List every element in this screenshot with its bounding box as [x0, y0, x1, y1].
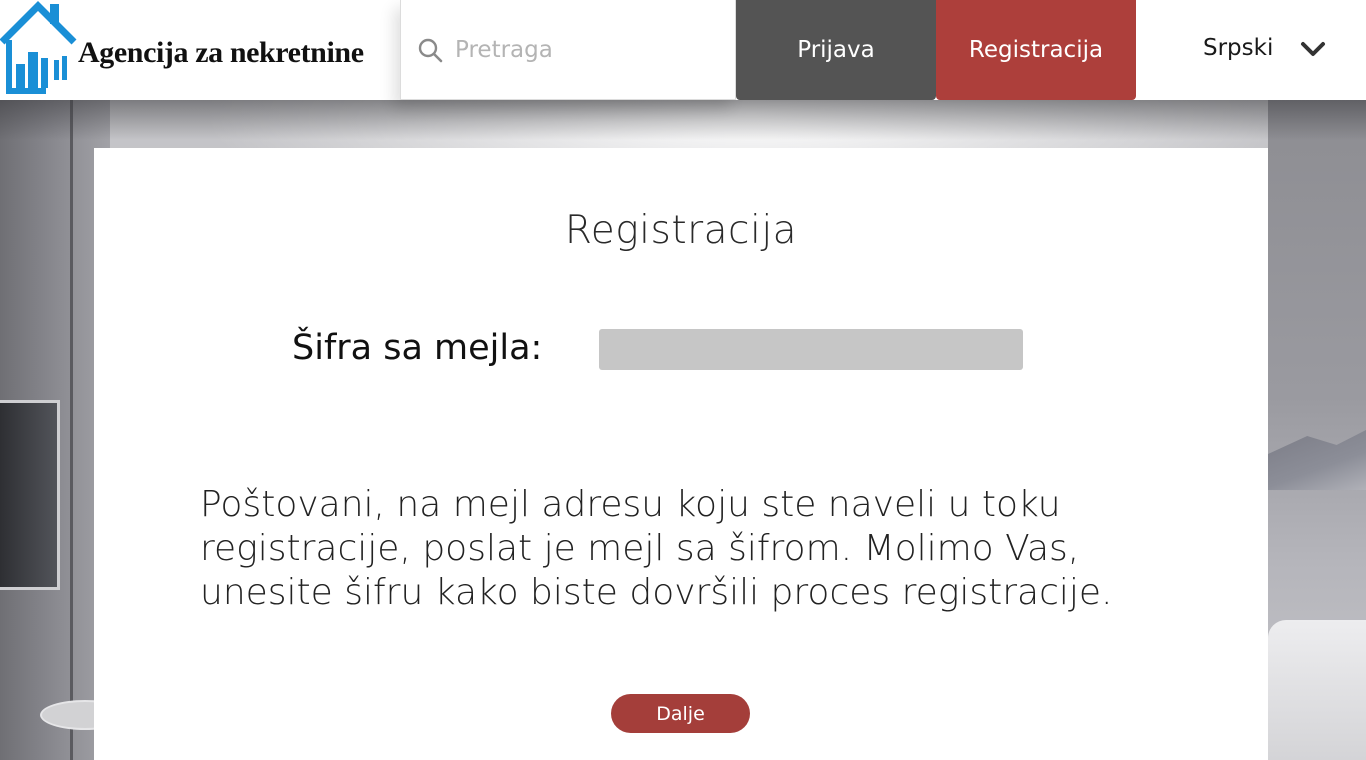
background-tv [0, 400, 60, 590]
register-button[interactable]: Registracija [936, 0, 1136, 100]
email-code-label: Šifra sa mejla: [292, 328, 543, 368]
search-box [400, 0, 736, 100]
logo-text: Agencija za nekretnine [78, 36, 364, 69]
logo-link[interactable]: Agencija za nekretnine [0, 0, 400, 100]
house-logo-icon [0, 1, 77, 94]
language-selector[interactable]: Srpski [1136, 0, 1366, 100]
login-button[interactable]: Prijava [736, 0, 936, 100]
top-header: Agencija za nekretnine Prijava Registrac… [0, 0, 1366, 100]
header-shadow [0, 100, 1366, 140]
page-title: Registracija [564, 208, 798, 253]
chevron-down-icon [1301, 42, 1325, 56]
email-code-input[interactable] [599, 329, 1023, 370]
search-input[interactable] [455, 36, 725, 63]
next-button[interactable]: Dalje [611, 694, 750, 733]
registration-card: Registracija Šifra sa mejla: Poštovani, … [94, 148, 1268, 760]
instruction-message: Poštovani, na mejl adresu koju ste navel… [200, 484, 1113, 613]
search-icon[interactable] [417, 37, 443, 63]
language-selected-label: Srpski [1203, 35, 1274, 61]
background-sofa [1268, 620, 1366, 760]
